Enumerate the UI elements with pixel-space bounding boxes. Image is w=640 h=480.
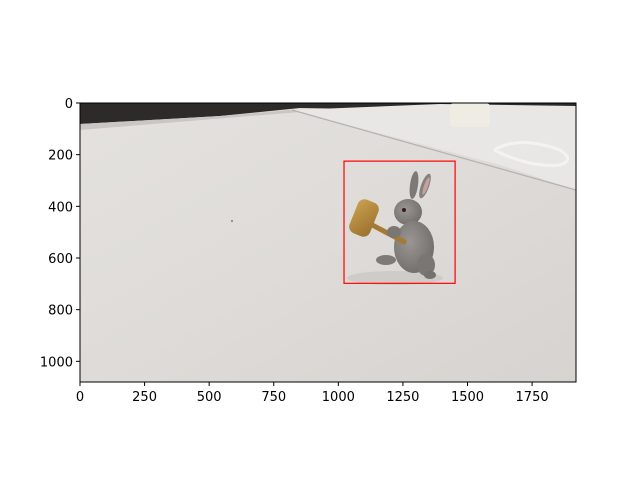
y-tick-label: 0 [65, 97, 73, 112]
y-tick-label: 200 [48, 149, 73, 164]
y-tick-label: 1000 [40, 355, 73, 370]
x-tick-label: 750 [261, 390, 286, 405]
x-tick-label: 500 [197, 390, 222, 405]
x-tick-label: 1500 [451, 390, 484, 405]
x-tick-label: 1750 [516, 390, 549, 405]
x-tick-label: 1250 [386, 390, 419, 405]
photo-cup [450, 103, 490, 127]
x-tick-label: 250 [132, 390, 157, 405]
x-tick-label: 0 [76, 390, 84, 405]
y-tick-label: 400 [48, 200, 73, 215]
y-axis: 0 200 400 600 800 1000 [40, 97, 80, 370]
x-axis: 0 250 500 750 1000 1250 1500 1750 [76, 382, 549, 405]
x-tick-label: 1000 [322, 390, 355, 405]
y-tick-label: 800 [48, 304, 73, 319]
photo [80, 103, 576, 382]
figure: 0 250 500 750 1000 1250 1500 1750 0 200 400 600 800… [40, 97, 577, 405]
y-tick-label: 600 [48, 252, 73, 267]
